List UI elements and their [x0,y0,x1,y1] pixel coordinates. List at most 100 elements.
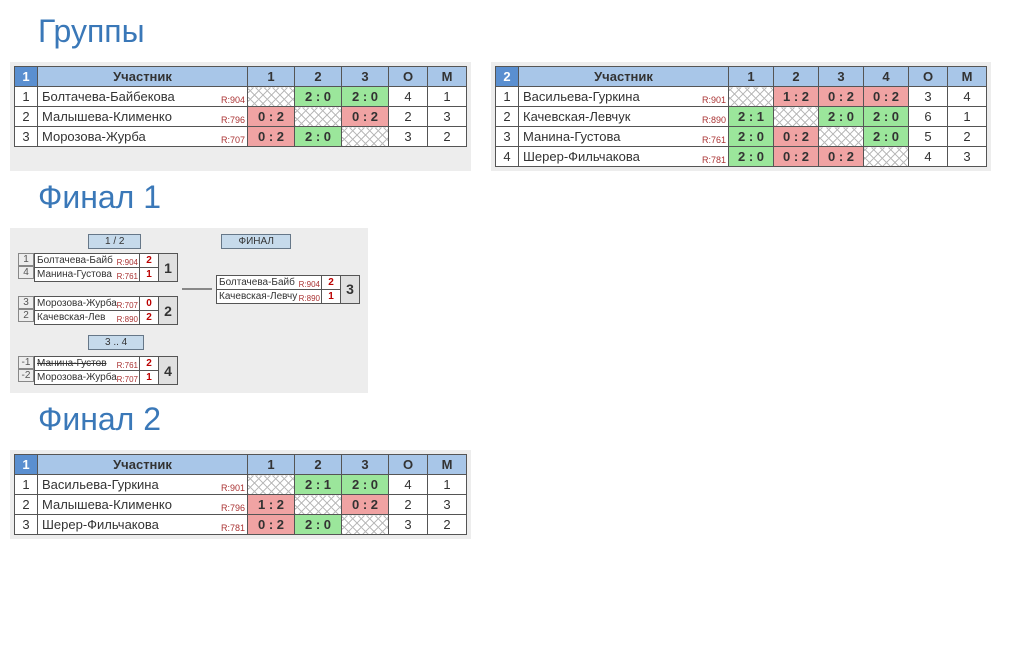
col-m: М [428,67,467,87]
score-cell: 2 : 0 [864,127,909,147]
col-participant: Участник [38,455,248,475]
seed-idx: -1 [18,356,34,369]
participant-name: Васильева-ГуркинаR:901 [38,475,248,495]
participant-name: Морозова-ЖурбаR:707 [38,127,248,147]
col-2: 2 [774,67,819,87]
bracket-third-label: 3 .. 4 [88,335,144,350]
row-num: 3 [15,515,38,535]
bracket-name: Морозова-ЖурбаR:707 [35,371,140,385]
col-1: 1 [248,67,295,87]
points-m: 3 [428,107,467,127]
col-3: 3 [819,67,864,87]
bracket-match: -1-2Манина-ГустовR:7612Морозова-ЖурбаR:7… [18,356,360,385]
score-cell: 2 : 1 [295,475,342,495]
self-cell [864,147,909,167]
bracket-score: 1 [322,289,341,303]
rating: R:781 [221,523,245,533]
bracket-score: 0 [140,297,159,311]
score-cell: 2 : 0 [729,127,774,147]
points-o: 4 [909,147,948,167]
score-cell: 1 : 2 [248,495,295,515]
bracket-name: Качевская-ЛевR:890 [35,311,140,325]
points-o: 3 [389,127,428,147]
score-cell: 0 : 2 [342,495,389,515]
bracket-score: 2 [322,275,341,289]
rating: R:904 [221,95,245,105]
score-cell: 2 : 1 [729,107,774,127]
bracket-name: Качевская-ЛевчуR:890 [217,289,322,303]
bracket-name: Манина-ГустовR:761 [35,357,140,371]
row-1: 1Васильева-ГуркинаR:9012 : 12 : 041 [15,475,467,495]
bracket-name: Болтачева-БайбR:904 [35,254,140,268]
row-num: 2 [15,107,38,127]
rating: R:761 [117,272,138,281]
score-cell: 0 : 2 [248,107,295,127]
participant-name: Малышева-КлименкоR:796 [38,495,248,515]
score-cell: 0 : 2 [248,127,295,147]
bracket-score: 2 [140,254,159,268]
points-m: 1 [428,475,467,495]
points-o: 2 [389,107,428,127]
score-cell: 0 : 2 [819,87,864,107]
points-m: 3 [948,147,987,167]
points-o: 3 [909,87,948,107]
place-badge: 4 [158,356,178,385]
rating: R:890 [299,294,320,303]
col-o: О [909,67,948,87]
rating: R:781 [702,155,726,165]
row-3: 3Шерер-ФильчаковаR:7810 : 22 : 032 [15,515,467,535]
bracket-block: 1 / 2 ФИНАЛ 14Болтачева-БайбR:9042Манина… [10,228,368,393]
row-num: 3 [496,127,519,147]
col-o: О [389,455,428,475]
row-1: 1Болтачева-БайбековаR:9042 : 02 : 041 [15,87,467,107]
seed-idx: -2 [18,369,34,382]
self-cell [248,475,295,495]
bracket-name: Болтачева-БайбR:904 [217,275,322,289]
bracket-final-label: ФИНАЛ [221,234,290,249]
self-cell [342,127,389,147]
score-cell: 2 : 0 [864,107,909,127]
row-3: 3Манина-ГустоваR:7612 : 00 : 22 : 052 [496,127,987,147]
points-m: 1 [428,87,467,107]
self-cell [295,495,342,515]
row-num: 1 [496,87,519,107]
group-number: 1 [15,455,38,475]
rating: R:707 [117,375,138,384]
score-cell: 0 : 2 [342,107,389,127]
seed-idx: 2 [18,309,34,322]
bracket-match: 14Болтачева-БайбR:9042Манина-ГустоваR:76… [18,253,178,282]
col-participant: Участник [519,67,729,87]
row-num: 3 [15,127,38,147]
row-3: 3Морозова-ЖурбаR:7070 : 22 : 032 [15,127,467,147]
row-2: 2Качевская-ЛевчукR:8902 : 12 : 02 : 061 [496,107,987,127]
self-cell [295,107,342,127]
points-o: 3 [389,515,428,535]
points-m: 4 [948,87,987,107]
col-4: 4 [864,67,909,87]
score-cell: 2 : 0 [295,87,342,107]
col-m: М [428,455,467,475]
group2-table: 2Участник1234ОМ1Васильева-ГуркинаR:9011 … [495,66,987,167]
bracket-name: Морозова-ЖурбаR:707 [35,297,140,311]
bracket-semi-label: 1 / 2 [88,234,141,249]
final2-block: 1Участник123ОМ1Васильева-ГуркинаR:9012 :… [10,450,471,539]
row-2: 2Малышева-КлименкоR:7961 : 20 : 223 [15,495,467,515]
rating: R:890 [702,115,726,125]
bracket-score: 1 [140,268,159,282]
score-cell: 0 : 2 [248,515,295,535]
bracket-match: 32Морозова-ЖурбаR:7070Качевская-ЛевR:890… [18,296,178,325]
score-cell: 2 : 0 [819,107,864,127]
rating: R:796 [221,503,245,513]
score-cell: 0 : 2 [774,147,819,167]
col-2: 2 [295,455,342,475]
col-o: О [389,67,428,87]
col-participant: Участник [38,67,248,87]
score-cell: 1 : 2 [774,87,819,107]
self-cell [248,87,295,107]
seed-idx: 3 [18,296,34,309]
points-m: 3 [428,495,467,515]
score-cell: 2 : 0 [295,127,342,147]
group2-block: 2Участник1234ОМ1Васильева-ГуркинаR:9011 … [491,62,991,171]
row-2: 2Малышева-КлименкоR:7960 : 20 : 223 [15,107,467,127]
rating: R:707 [117,301,138,310]
